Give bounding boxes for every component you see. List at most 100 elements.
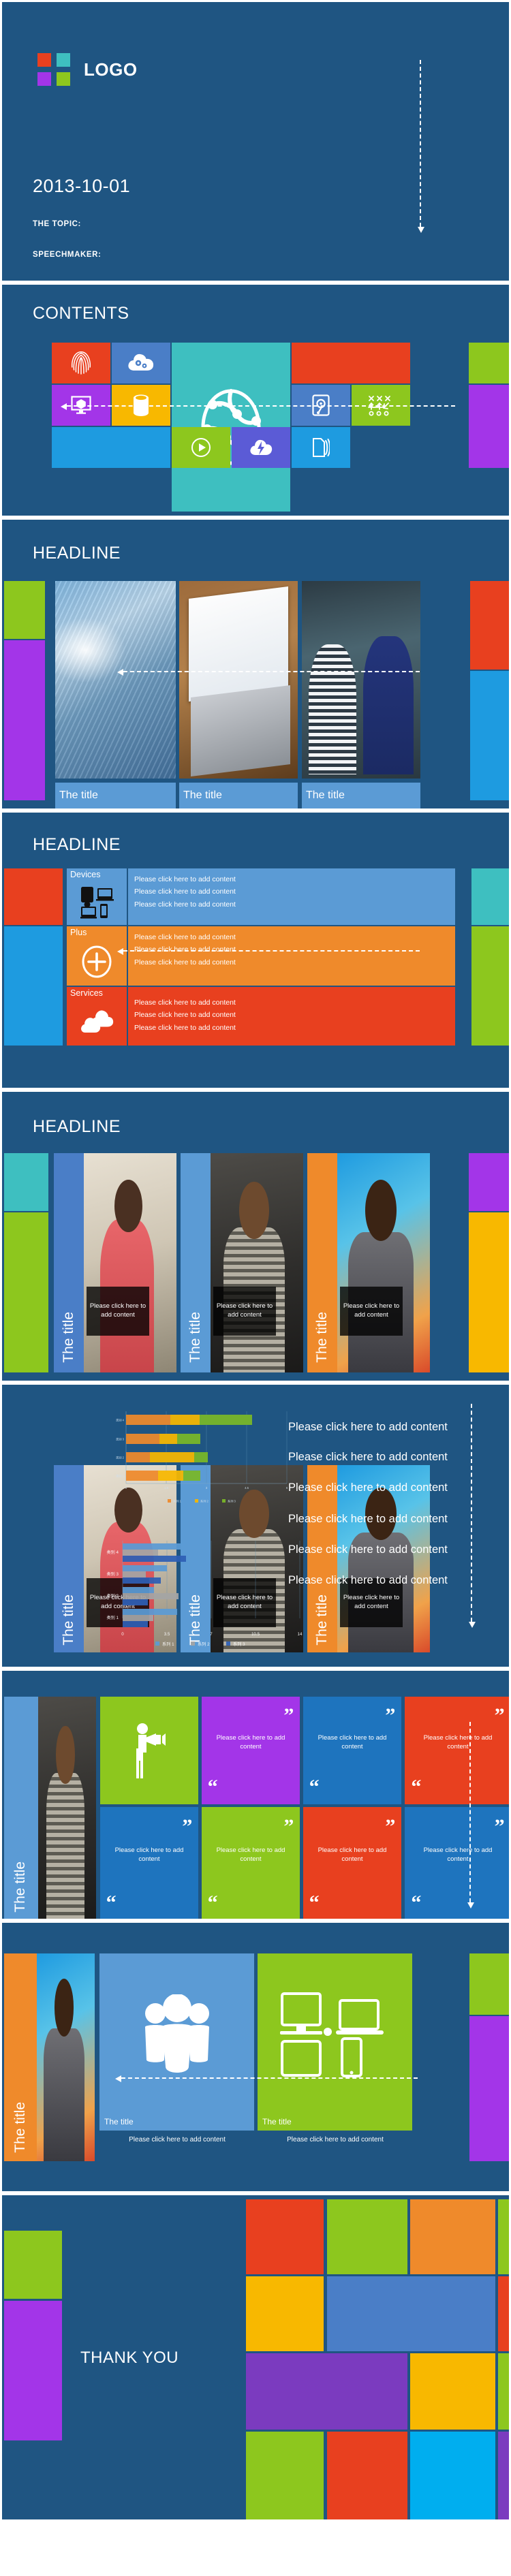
- blank-cyan-tile[interactable]: [52, 427, 170, 468]
- cloud-settings-tile[interactable]: [112, 343, 170, 383]
- play-circle-tile[interactable]: [172, 427, 230, 468]
- down-arrow-dashed-line: [418, 60, 424, 233]
- tile-red-2[interactable]: [498, 2276, 509, 2351]
- tile-title: The title: [262, 2117, 292, 2126]
- quote-tile-3[interactable]: ” Please click here to add content “: [405, 1697, 509, 1804]
- quote-text: Please click here to add content: [423, 1846, 493, 1864]
- quote-open-icon: “: [411, 1776, 422, 1799]
- edge-tile-green[interactable]: [469, 1953, 509, 2015]
- tile-green-4[interactable]: [246, 2432, 324, 2519]
- edge-tile-red[interactable]: [4, 868, 63, 925]
- lightning-cloud-tile[interactable]: [232, 427, 290, 468]
- quote-tile-7[interactable]: ” Please click here to add content “: [405, 1807, 509, 1919]
- caption-text: The title: [59, 789, 98, 801]
- svg-text:类别 1: 类别 1: [116, 1474, 125, 1479]
- person-card-2[interactable]: The title Please click here to add conte…: [181, 1153, 303, 1372]
- tile-cyan[interactable]: [410, 2432, 495, 2519]
- quote-open-icon: “: [309, 1891, 320, 1915]
- audience-tile[interactable]: The title: [99, 1953, 254, 2131]
- tile-yellow[interactable]: [246, 2276, 324, 2351]
- svg-text:类别 3: 类别 3: [116, 1437, 125, 1442]
- services-label: Services: [70, 988, 103, 998]
- services-icon-tile[interactable]: Services: [67, 987, 127, 1046]
- devices-caption: Please click here to add content: [287, 2136, 384, 2143]
- slide-devices: The title The title Please click here to…: [0, 1921, 511, 2193]
- tile-violet[interactable]: [246, 2353, 407, 2430]
- tile-red-3[interactable]: [327, 2432, 407, 2519]
- tile-green[interactable]: [327, 2199, 407, 2274]
- quote-tile-5[interactable]: ” Please click here to add content “: [202, 1807, 300, 1919]
- quote-tile-1[interactable]: ” Please click here to add content “: [202, 1697, 300, 1804]
- plus-line-3: Please click here to add content: [134, 958, 236, 967]
- tile-yellow-2[interactable]: [410, 2353, 495, 2430]
- card-vertical-title: The title: [12, 2102, 28, 2153]
- person-side-card[interactable]: The title: [4, 1953, 95, 2161]
- plus-body[interactable]: Please click here to add content Please …: [128, 926, 455, 986]
- devices-body[interactable]: Please click here to add content Please …: [128, 868, 455, 925]
- slide-title: LOGO 2013-10-01 THE TOPIC: SPEECHMAKER:: [0, 0, 511, 283]
- slide-content-rows: HEADLINE Devices Please click here to ad…: [0, 811, 511, 1090]
- card-vertical-title: The title: [61, 1312, 76, 1363]
- edge-tile-purple[interactable]: [4, 640, 45, 800]
- devices-tile[interactable]: The title: [258, 1953, 412, 2131]
- edge-tile-blue[interactable]: [4, 926, 63, 1046]
- slide-charts: The title Please click here to add conte…: [0, 1383, 511, 1669]
- edge-tile-purple[interactable]: [469, 385, 509, 468]
- person-card-1[interactable]: The title Please click here to add conte…: [54, 1153, 176, 1372]
- slide-quote-tiles: The title ” Please click here to add con…: [0, 1669, 511, 1921]
- edge-tile-teal[interactable]: [4, 1153, 48, 1211]
- woman-red-blazer-photo: [84, 1153, 176, 1372]
- left-tile-purple[interactable]: [4, 2301, 62, 2440]
- stacked-bar-chart[interactable]: 类别 4 类别 3 类别 2 类别 1 0 1.5 3 4.5 6 系列 1 系…: [108, 1409, 288, 1507]
- devices-line-2: Please click here to add content: [134, 888, 236, 896]
- fingerprint-icon: [71, 351, 91, 375]
- edge-tile-blue[interactable]: [470, 671, 509, 800]
- svg-text:类别 2: 类别 2: [106, 1593, 119, 1599]
- edge-tile-green[interactable]: [469, 343, 509, 383]
- grouped-bar-chart[interactable]: 类别 4 类别 3 类别 2 类别 1 0 3.5 7 10.5 14 系列 1…: [80, 1538, 305, 1647]
- page-title: HEADLINE: [33, 544, 121, 563]
- tile-green-2[interactable]: [498, 2199, 509, 2274]
- quote-tile-4[interactable]: ” Please click here to add content “: [100, 1807, 198, 1919]
- person-card-3[interactable]: The title Please click here to add conte…: [307, 1153, 430, 1372]
- edge-tile-green[interactable]: [4, 1212, 48, 1372]
- edge-tile-green[interactable]: [4, 581, 45, 639]
- quote-tile-2[interactable]: ” Please click here to add content “: [303, 1697, 401, 1804]
- devices-icon-tile[interactable]: Devices: [67, 868, 127, 925]
- person-side-card[interactable]: The title: [4, 1697, 96, 1919]
- fingerprint-tile[interactable]: [52, 343, 110, 383]
- tile-orange[interactable]: [410, 2199, 495, 2274]
- play-circle-icon: [191, 438, 211, 457]
- caption-1: The title: [55, 783, 176, 808]
- tile-red[interactable]: [246, 2199, 324, 2274]
- services-body[interactable]: Please click here to add content Please …: [128, 987, 455, 1046]
- quote-close-icon: ”: [494, 1703, 505, 1727]
- quote-tile-6[interactable]: ” Please click here to add content “: [303, 1807, 401, 1919]
- up-arrow-dashed-line: [469, 1404, 476, 1628]
- services-line-1: Please click here to add content: [134, 999, 236, 1007]
- edge-tile-yellow[interactable]: [469, 1212, 509, 1372]
- tile-green-3[interactable]: [498, 2353, 509, 2430]
- tile-steel[interactable]: [327, 2276, 495, 2351]
- blank-red-tile[interactable]: [292, 343, 410, 383]
- quote-open-icon: “: [207, 1776, 218, 1799]
- megaphone-tile[interactable]: [100, 1697, 198, 1804]
- quote-close-icon: ”: [283, 1815, 294, 1838]
- logo-square-teal: [57, 53, 70, 67]
- bar-group-cat3: [126, 1434, 200, 1444]
- edge-tile-purple[interactable]: [469, 2016, 509, 2161]
- caption-3: The title: [302, 783, 420, 808]
- edge-tile-teal[interactable]: [471, 868, 509, 925]
- edge-tile-green[interactable]: [471, 926, 509, 1046]
- down-arrow-dashed-line: [467, 1722, 474, 1909]
- plus-icon-tile[interactable]: Plus: [67, 926, 127, 986]
- laptop-social-feed-photo: [179, 581, 298, 779]
- speaker-label: SPEECHMAKER:: [33, 251, 102, 259]
- tile-violet-2[interactable]: [498, 2432, 509, 2519]
- documents-tile[interactable]: [292, 427, 350, 468]
- edge-tile-red[interactable]: [470, 581, 509, 670]
- bullet-1: Please click here to add content: [288, 1421, 448, 1433]
- left-tile-green[interactable]: [4, 2231, 62, 2299]
- quote-close-icon: ”: [385, 1703, 396, 1727]
- edge-tile-purple[interactable]: [469, 1153, 509, 1211]
